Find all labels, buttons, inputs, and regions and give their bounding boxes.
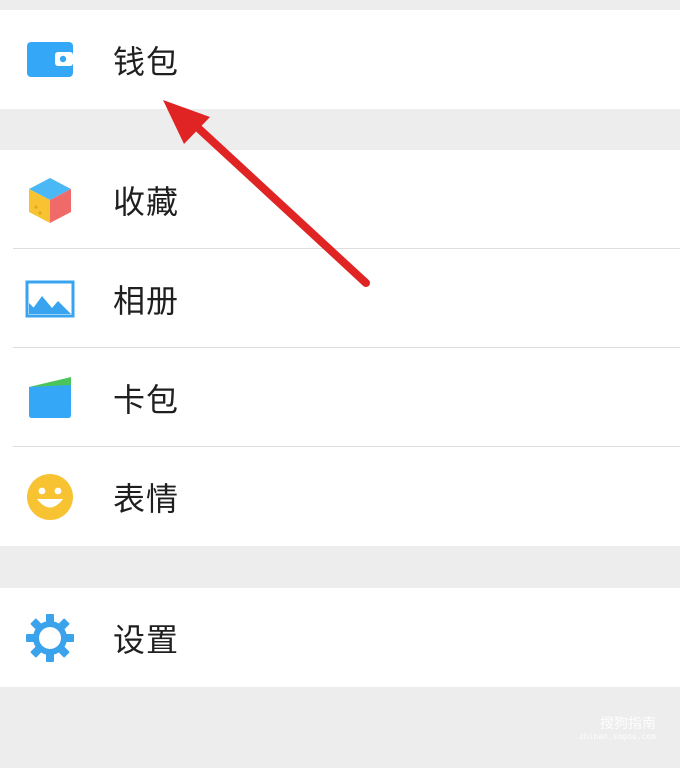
watermark-brand: 搜狗指南 [600,716,656,732]
watermark: 搜狗指南 zhinan.sogou.com [579,716,656,742]
wallet-icon [25,35,75,85]
settings-group: 设置 [0,588,680,687]
gear-icon [25,613,75,663]
menu-item-album[interactable]: 相册 [0,249,680,348]
smiley-icon [25,472,75,522]
card-wallet-icon [25,373,75,423]
cards-label: 卡包 [113,380,180,419]
photo-icon [25,274,75,324]
watermark-url: zhinan.sogou.com [578,732,656,741]
stickers-label: 表情 [113,479,180,518]
settings-label: 设置 [113,620,180,659]
menu-item-settings[interactable]: 设置 [0,588,680,687]
cube-icon [25,175,75,225]
favorites-label: 收藏 [113,182,180,221]
album-label: 相册 [113,281,180,320]
menu-item-cards[interactable]: 卡包 [0,348,680,447]
me-menu-page: 钱包 收藏 相册 卡包 表情 设置 搜狗指南 zhinan.sogou.com [0,0,680,768]
menu-item-stickers[interactable]: 表情 [0,447,680,546]
wallet-group: 钱包 [0,10,680,109]
menu-item-favorites[interactable]: 收藏 [0,150,680,249]
wallet-label: 钱包 [113,42,180,81]
features-group: 收藏 相册 卡包 表情 [0,150,680,546]
menu-item-wallet[interactable]: 钱包 [0,10,680,109]
